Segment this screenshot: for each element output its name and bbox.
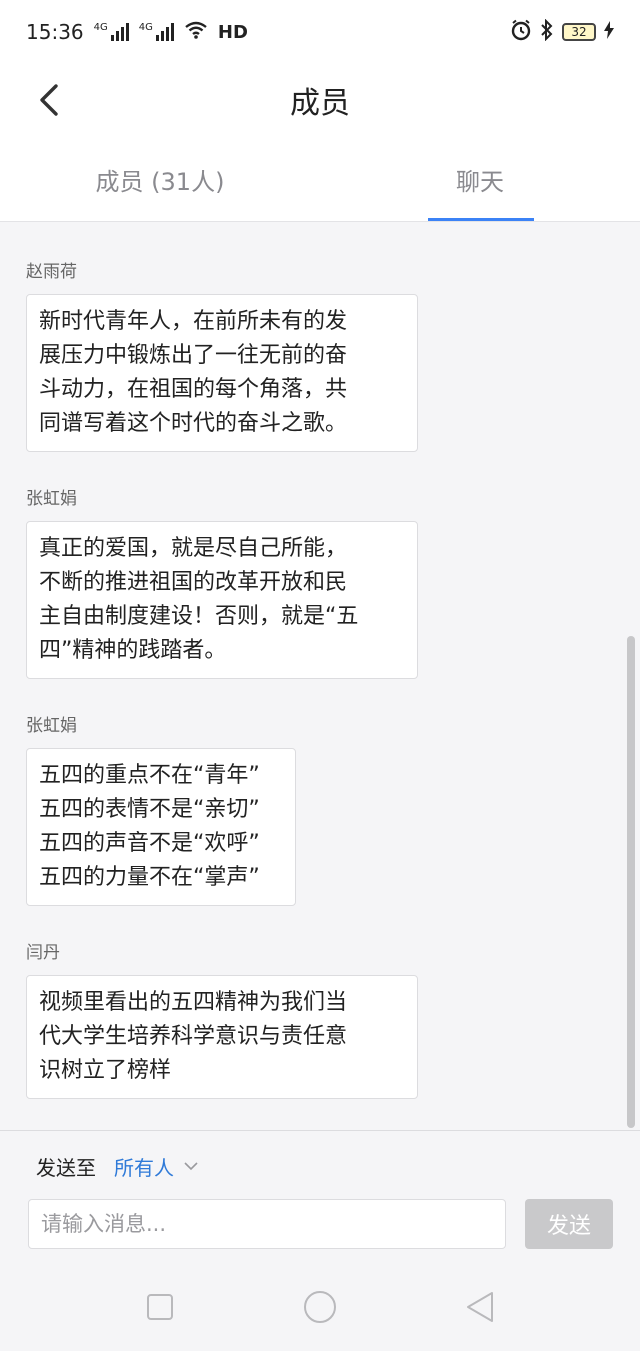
hd-label: HD <box>217 21 248 43</box>
tab-chat[interactable]: 聊天 <box>428 136 532 222</box>
charging-icon <box>604 20 614 44</box>
chat-message: 张虹娟 真正的爱国，就是尽自己所能， 不断的推进祖国的改革开放和民 主自由制度建… <box>26 487 418 679</box>
tab-bar: 成员 (31人) 聊天 <box>0 136 640 222</box>
chat-message: 闫丹 视频里看出的五四精神为我们当 代大学生培养科学意识与责任意 识树立了榜样 <box>26 941 418 1099</box>
message-sender: 张虹娟 <box>26 716 77 736</box>
circle-icon <box>304 1291 336 1323</box>
send-button[interactable]: 发送 <box>525 1199 613 1249</box>
status-right: 32 <box>510 18 614 46</box>
message-bubble[interactable]: 新时代青年人，在前所未有的发 展压力中锻炼出了一往无前的奋 斗动力，在祖国的每个… <box>26 294 418 452</box>
battery-level: 32 <box>571 25 587 39</box>
home-button[interactable] <box>303 1290 337 1324</box>
signal-icon: 4G <box>94 23 129 41</box>
message-sender: 赵雨荷 <box>26 262 77 282</box>
network-label-2: 4G <box>138 22 153 33</box>
back-nav-button[interactable] <box>463 1290 497 1324</box>
message-bubble[interactable]: 视频里看出的五四精神为我们当 代大学生培养科学意识与责任意 识树立了榜样 <box>26 975 418 1099</box>
active-tab-indicator <box>428 218 534 221</box>
message-input[interactable] <box>28 1199 506 1249</box>
recipient-selector[interactable]: 所有人 <box>114 1152 198 1181</box>
page-title: 成员 <box>290 86 350 121</box>
send-to-label: 发送至 <box>36 1155 96 1180</box>
recipient-label: 所有人 <box>114 1155 174 1180</box>
back-button[interactable] <box>28 78 68 122</box>
chat-message: 张虹娟 五四的重点不在“青年” 五四的表情不是“亲切” 五四的声音不是“欢呼” … <box>26 714 296 906</box>
alarm-icon <box>510 19 532 46</box>
chat-message-list[interactable]: 赵雨荷 新时代青年人，在前所未有的发 展压力中锻炼出了一往无前的奋 斗动力，在祖… <box>0 222 640 1130</box>
battery-icon: 32 <box>562 23 596 41</box>
tab-members[interactable]: 成员 (31人) <box>0 136 320 222</box>
chevron-left-icon <box>40 84 58 116</box>
status-time: 15:36 <box>26 20 84 44</box>
send-to-row: 发送至 所有人 <box>36 1151 198 1181</box>
square-icon <box>147 1294 173 1320</box>
chat-message: 赵雨荷 新时代青年人，在前所未有的发 展压力中锻炼出了一往无前的奋 斗动力，在祖… <box>26 260 418 452</box>
message-bubble[interactable]: 五四的重点不在“青年” 五四的表情不是“亲切” 五四的声音不是“欢呼” 五四的力… <box>26 748 296 906</box>
status-left: 15:36 4G 4G HD <box>26 20 248 44</box>
triangle-back-icon <box>467 1292 493 1322</box>
network-label-1: 4G <box>93 22 108 33</box>
chevron-down-icon <box>184 1162 198 1171</box>
header: 成员 <box>0 64 640 136</box>
wifi-icon <box>184 20 208 44</box>
status-bar: 15:36 4G 4G HD 32 <box>0 0 640 64</box>
message-sender: 闫丹 <box>26 943 60 963</box>
recent-apps-button[interactable] <box>143 1290 177 1324</box>
system-nav-bar <box>0 1262 640 1351</box>
signal-icon: 4G <box>139 23 174 41</box>
message-sender: 张虹娟 <box>26 489 77 509</box>
bluetooth-icon <box>540 18 554 46</box>
scrollbar[interactable] <box>627 636 635 1128</box>
message-bubble[interactable]: 真正的爱国，就是尽自己所能， 不断的推进祖国的改革开放和民 主自由制度建设！否则… <box>26 521 418 679</box>
